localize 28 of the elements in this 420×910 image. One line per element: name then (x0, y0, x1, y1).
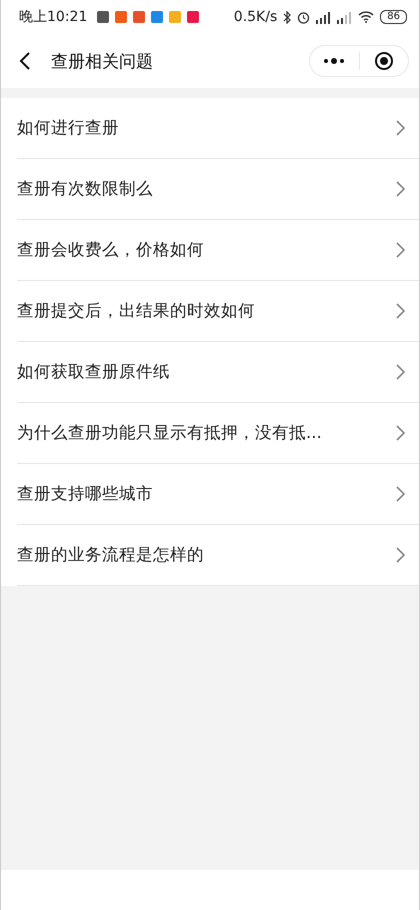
chevron-icon (396, 181, 405, 197)
question-item[interactable]: 查册的业务流程是怎样的 (17, 525, 419, 586)
status-time: 晚上10:21 (19, 8, 88, 26)
question-item[interactable]: 为什么查册功能只显示有抵押，没有抵... (17, 403, 419, 464)
chevron-icon (396, 303, 405, 319)
chevron-icon (396, 242, 405, 258)
question-item[interactable]: 查册支持哪些城市 (17, 464, 419, 525)
alarm-icon (297, 10, 310, 24)
question-item[interactable]: 查册提交后，出结果的时效如何 (17, 281, 419, 342)
more-icon (323, 58, 346, 64)
question-item[interactable]: 查册会收费么，价格如何 (17, 220, 419, 281)
page-title: 查册相关问题 (51, 50, 154, 72)
target-icon (374, 51, 394, 71)
question-item[interactable]: 查册有次数限制么 (17, 159, 419, 220)
signal-icon (316, 10, 332, 24)
wifi-icon (358, 11, 374, 23)
battery-level: 86 (380, 10, 407, 24)
bluetooth-icon (283, 10, 292, 24)
chevron-icon (396, 547, 405, 563)
network-speed: 0.5K/s (234, 9, 278, 25)
chevron-icon (396, 486, 405, 502)
back-icon (19, 51, 31, 71)
chevron-icon (396, 120, 405, 136)
question-item[interactable]: 如何进行查册 (17, 98, 419, 159)
chevron-icon (396, 364, 405, 380)
question-item[interactable]: 如何获取查册原件纸 (17, 342, 419, 403)
chevron-icon (396, 425, 405, 441)
signal-icon (337, 10, 352, 24)
